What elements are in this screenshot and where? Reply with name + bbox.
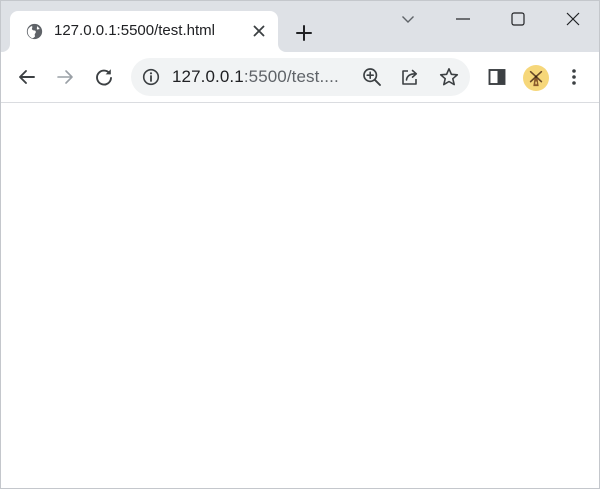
forward-arrow-right-icon[interactable] <box>51 63 79 91</box>
window-close-icon[interactable] <box>548 1 598 37</box>
tab-title: 127.0.0.1:5500/test.html <box>54 22 215 39</box>
tab-close-icon[interactable] <box>248 20 270 42</box>
url-path: :5500/test.... <box>243 67 339 86</box>
browser-window: 127.0.0.1:5500/test.html 127.0.0.1:5500/… <box>0 0 600 489</box>
omnibox[interactable]: 127.0.0.1:5500/test.... <box>131 58 470 96</box>
tab-strip: 127.0.0.1:5500/test.html <box>1 1 599 52</box>
toolbar: 127.0.0.1:5500/test.... <box>1 52 599 103</box>
share-icon[interactable] <box>400 67 420 87</box>
zoom-in-icon[interactable] <box>362 67 382 87</box>
kebab-menu-icon[interactable] <box>560 63 588 91</box>
bookmark-star-icon[interactable] <box>439 67 459 87</box>
tab-search-chevron-down-icon[interactable] <box>383 1 433 37</box>
back-arrow-left-icon[interactable] <box>13 63 41 91</box>
minimize-icon[interactable] <box>438 1 488 37</box>
maximize-icon[interactable] <box>493 1 543 37</box>
side-panel-icon[interactable] <box>483 63 511 91</box>
tab-active[interactable]: 127.0.0.1:5500/test.html <box>10 11 278 52</box>
new-tab-plus-icon[interactable] <box>291 20 317 46</box>
page-content-area[interactable] <box>1 103 599 488</box>
globe-icon <box>26 23 43 40</box>
site-info-icon[interactable] <box>142 68 160 86</box>
profile-windmill-avatar-icon[interactable] <box>523 65 549 91</box>
url-text[interactable]: 127.0.0.1:5500/test.... <box>172 67 339 87</box>
url-host: 127.0.0.1 <box>172 67 244 86</box>
reload-icon[interactable] <box>90 63 118 91</box>
